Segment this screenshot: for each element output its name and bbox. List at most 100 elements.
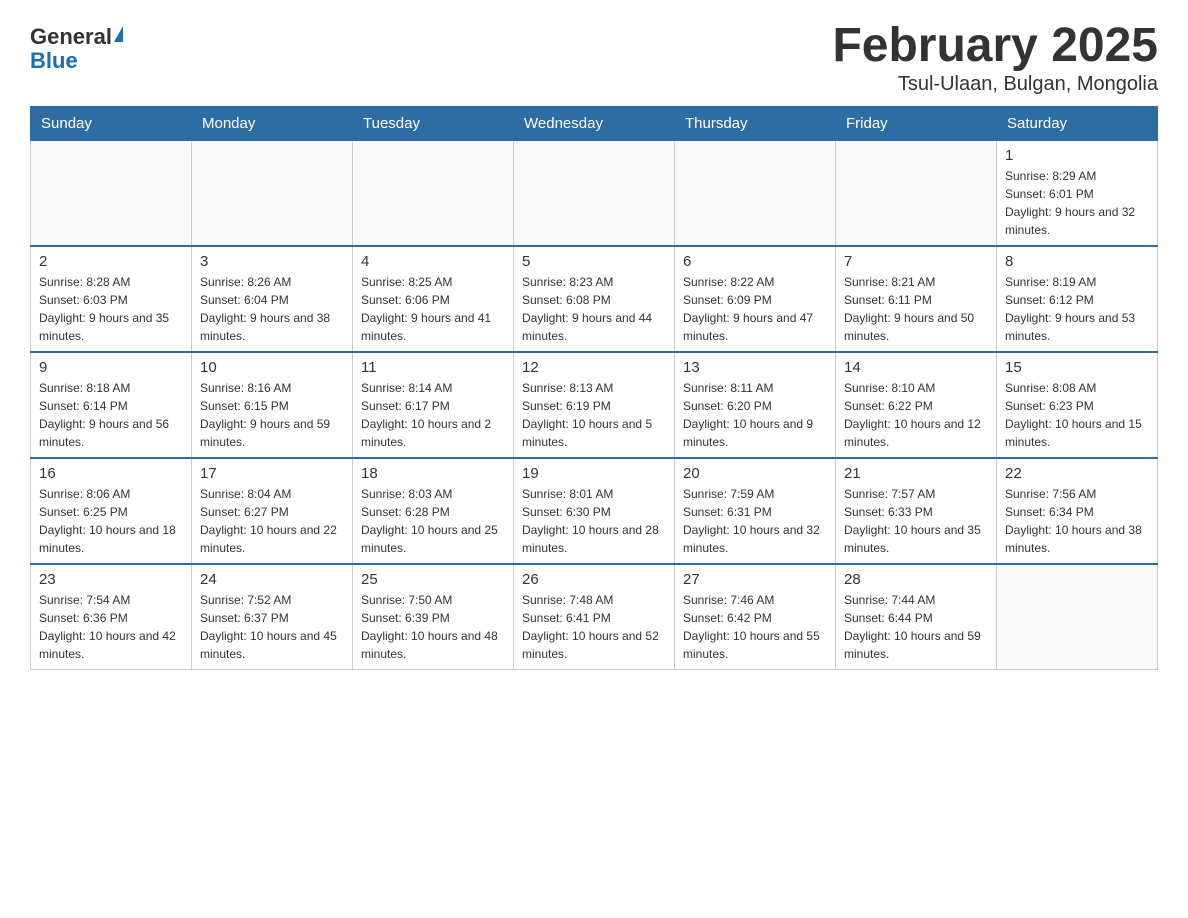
calendar-cell: 13 Sunrise: 8:11 AMSunset: 6:20 PMDayligh… xyxy=(675,352,836,458)
day-number: 9 xyxy=(39,359,183,376)
day-number: 18 xyxy=(361,465,505,482)
day-number: 10 xyxy=(200,359,344,376)
day-number: 25 xyxy=(361,571,505,588)
logo-general-text: General xyxy=(30,25,112,49)
day-number: 19 xyxy=(522,465,666,482)
calendar-cell xyxy=(997,564,1158,670)
calendar-cell: 6 Sunrise: 8:22 AMSunset: 6:09 PMDaylight… xyxy=(675,246,836,352)
day-info: Sunrise: 8:01 AMSunset: 6:30 PMDaylight:… xyxy=(522,485,666,557)
day-number: 3 xyxy=(200,253,344,270)
day-number: 12 xyxy=(522,359,666,376)
day-number: 13 xyxy=(683,359,827,376)
day-number: 11 xyxy=(361,359,505,376)
calendar-cell: 27Sunrise: 7:46 AMSunset: 6:42 PMDayligh… xyxy=(675,564,836,670)
day-number: 1 xyxy=(1005,147,1149,164)
day-number: 24 xyxy=(200,571,344,588)
calendar-cell: 4 Sunrise: 8:25 AMSunset: 6:06 PMDaylight… xyxy=(353,246,514,352)
calendar-week-row: 1 Sunrise: 8:29 AMSunset: 6:01 PMDaylight… xyxy=(31,140,1158,246)
day-number: 21 xyxy=(844,465,988,482)
calendar-cell: 15 Sunrise: 8:08 AMSunset: 6:23 PMDayligh… xyxy=(997,352,1158,458)
day-info: Sunrise: 8:03 AMSunset: 6:28 PMDaylight:… xyxy=(361,485,505,557)
weekday-header-wednesday: Wednesday xyxy=(514,106,675,140)
day-info: Sunrise: 8:06 AMSunset: 6:25 PMDaylight:… xyxy=(39,485,183,557)
day-number: 28 xyxy=(844,571,988,588)
calendar-cell: 26 Sunrise: 7:48 AMSunset: 6:41 PMDayligh… xyxy=(514,564,675,670)
calendar-cell: 9 Sunrise: 8:18 AMSunset: 6:14 PMDaylight… xyxy=(31,352,192,458)
calendar-week-row: 16 Sunrise: 8:06 AMSunset: 6:25 PMDayligh… xyxy=(31,458,1158,564)
day-info: Sunrise: 8:18 AMSunset: 6:14 PMDaylight:… xyxy=(39,379,183,451)
day-number: 26 xyxy=(522,571,666,588)
calendar-cell xyxy=(514,140,675,246)
day-info: Sunrise: 8:16 AMSunset: 6:15 PMDaylight:… xyxy=(200,379,344,451)
day-info: Sunrise: 7:46 AMSunset: 6:42 PMDaylight:… xyxy=(683,591,827,663)
day-info: Sunrise: 8:22 AMSunset: 6:09 PMDaylight:… xyxy=(683,273,827,345)
calendar-week-row: 2 Sunrise: 8:28 AMSunset: 6:03 PMDaylight… xyxy=(31,246,1158,352)
day-info: Sunrise: 7:54 AMSunset: 6:36 PMDaylight:… xyxy=(39,591,183,663)
calendar-cell xyxy=(836,140,997,246)
calendar-cell: 18 Sunrise: 8:03 AMSunset: 6:28 PMDayligh… xyxy=(353,458,514,564)
day-info: Sunrise: 8:14 AMSunset: 6:17 PMDaylight:… xyxy=(361,379,505,451)
day-number: 7 xyxy=(844,253,988,270)
day-info: Sunrise: 8:13 AMSunset: 6:19 PMDaylight:… xyxy=(522,379,666,451)
day-number: 15 xyxy=(1005,359,1149,376)
day-number: 20 xyxy=(683,465,827,482)
calendar-cell: 10 Sunrise: 8:16 AMSunset: 6:15 PMDayligh… xyxy=(192,352,353,458)
day-info: Sunrise: 8:21 AMSunset: 6:11 PMDaylight:… xyxy=(844,273,988,345)
calendar-cell: 22Sunrise: 7:56 AMSunset: 6:34 PMDayligh… xyxy=(997,458,1158,564)
day-info: Sunrise: 8:28 AMSunset: 6:03 PMDaylight:… xyxy=(39,273,183,345)
logo-triangle-icon xyxy=(114,26,123,42)
calendar-cell: 24 Sunrise: 7:52 AMSunset: 6:37 PMDayligh… xyxy=(192,564,353,670)
calendar-cell: 28 Sunrise: 7:44 AMSunset: 6:44 PMDayligh… xyxy=(836,564,997,670)
calendar-cell: 21 Sunrise: 7:57 AMSunset: 6:33 PMDayligh… xyxy=(836,458,997,564)
day-info: Sunrise: 8:23 AMSunset: 6:08 PMDaylight:… xyxy=(522,273,666,345)
calendar-cell: 5 Sunrise: 8:23 AMSunset: 6:08 PMDaylight… xyxy=(514,246,675,352)
calendar-cell: 3Sunrise: 8:26 AMSunset: 6:04 PMDaylight… xyxy=(192,246,353,352)
calendar-cell xyxy=(31,140,192,246)
title-block: February 2025 Tsul-Ulaan, Bulgan, Mongol… xyxy=(832,20,1158,96)
calendar-cell: 2 Sunrise: 8:28 AMSunset: 6:03 PMDaylight… xyxy=(31,246,192,352)
calendar-cell: 25 Sunrise: 7:50 AMSunset: 6:39 PMDayligh… xyxy=(353,564,514,670)
day-number: 4 xyxy=(361,253,505,270)
day-info: Sunrise: 8:19 AMSunset: 6:12 PMDaylight:… xyxy=(1005,273,1149,345)
day-number: 16 xyxy=(39,465,183,482)
day-number: 8 xyxy=(1005,253,1149,270)
calendar-cell: 14 Sunrise: 8:10 AMSunset: 6:22 PMDayligh… xyxy=(836,352,997,458)
weekday-header-tuesday: Tuesday xyxy=(353,106,514,140)
day-info: Sunrise: 7:57 AMSunset: 6:33 PMDaylight:… xyxy=(844,485,988,557)
calendar-cell xyxy=(353,140,514,246)
day-number: 6 xyxy=(683,253,827,270)
calendar-cell: 19 Sunrise: 8:01 AMSunset: 6:30 PMDayligh… xyxy=(514,458,675,564)
day-info: Sunrise: 8:11 AMSunset: 6:20 PMDaylight:… xyxy=(683,379,827,451)
calendar-week-row: 23Sunrise: 7:54 AMSunset: 6:36 PMDayligh… xyxy=(31,564,1158,670)
day-number: 22 xyxy=(1005,465,1149,482)
calendar-cell xyxy=(192,140,353,246)
day-info: Sunrise: 8:25 AMSunset: 6:06 PMDaylight:… xyxy=(361,273,505,345)
day-number: 17 xyxy=(200,465,344,482)
calendar-cell: 1 Sunrise: 8:29 AMSunset: 6:01 PMDaylight… xyxy=(997,140,1158,246)
weekday-header-friday: Friday xyxy=(836,106,997,140)
day-info: Sunrise: 7:50 AMSunset: 6:39 PMDaylight:… xyxy=(361,591,505,663)
day-info: Sunrise: 7:52 AMSunset: 6:37 PMDaylight:… xyxy=(200,591,344,663)
day-info: Sunrise: 7:59 AMSunset: 6:31 PMDaylight:… xyxy=(683,485,827,557)
calendar-cell: 23Sunrise: 7:54 AMSunset: 6:36 PMDayligh… xyxy=(31,564,192,670)
day-info: Sunrise: 8:04 AMSunset: 6:27 PMDaylight:… xyxy=(200,485,344,557)
day-info: Sunrise: 8:10 AMSunset: 6:22 PMDaylight:… xyxy=(844,379,988,451)
day-info: Sunrise: 7:44 AMSunset: 6:44 PMDaylight:… xyxy=(844,591,988,663)
day-info: Sunrise: 8:29 AMSunset: 6:01 PMDaylight:… xyxy=(1005,167,1149,239)
calendar-cell: 16 Sunrise: 8:06 AMSunset: 6:25 PMDayligh… xyxy=(31,458,192,564)
day-number: 14 xyxy=(844,359,988,376)
calendar-cell: 11 Sunrise: 8:14 AMSunset: 6:17 PMDayligh… xyxy=(353,352,514,458)
calendar-cell: 17 Sunrise: 8:04 AMSunset: 6:27 PMDayligh… xyxy=(192,458,353,564)
weekday-header-monday: Monday xyxy=(192,106,353,140)
weekday-header-saturday: Saturday xyxy=(997,106,1158,140)
day-number: 5 xyxy=(522,253,666,270)
day-info: Sunrise: 7:48 AMSunset: 6:41 PMDaylight:… xyxy=(522,591,666,663)
calendar-header-row: SundayMondayTuesdayWednesdayThursdayFrid… xyxy=(31,106,1158,140)
calendar-table: SundayMondayTuesdayWednesdayThursdayFrid… xyxy=(30,106,1158,670)
calendar-week-row: 9 Sunrise: 8:18 AMSunset: 6:14 PMDaylight… xyxy=(31,352,1158,458)
calendar-subtitle: Tsul-Ulaan, Bulgan, Mongolia xyxy=(832,73,1158,96)
day-number: 2 xyxy=(39,253,183,270)
calendar-cell: 12 Sunrise: 8:13 AMSunset: 6:19 PMDayligh… xyxy=(514,352,675,458)
calendar-cell xyxy=(675,140,836,246)
day-info: Sunrise: 8:08 AMSunset: 6:23 PMDaylight:… xyxy=(1005,379,1149,451)
